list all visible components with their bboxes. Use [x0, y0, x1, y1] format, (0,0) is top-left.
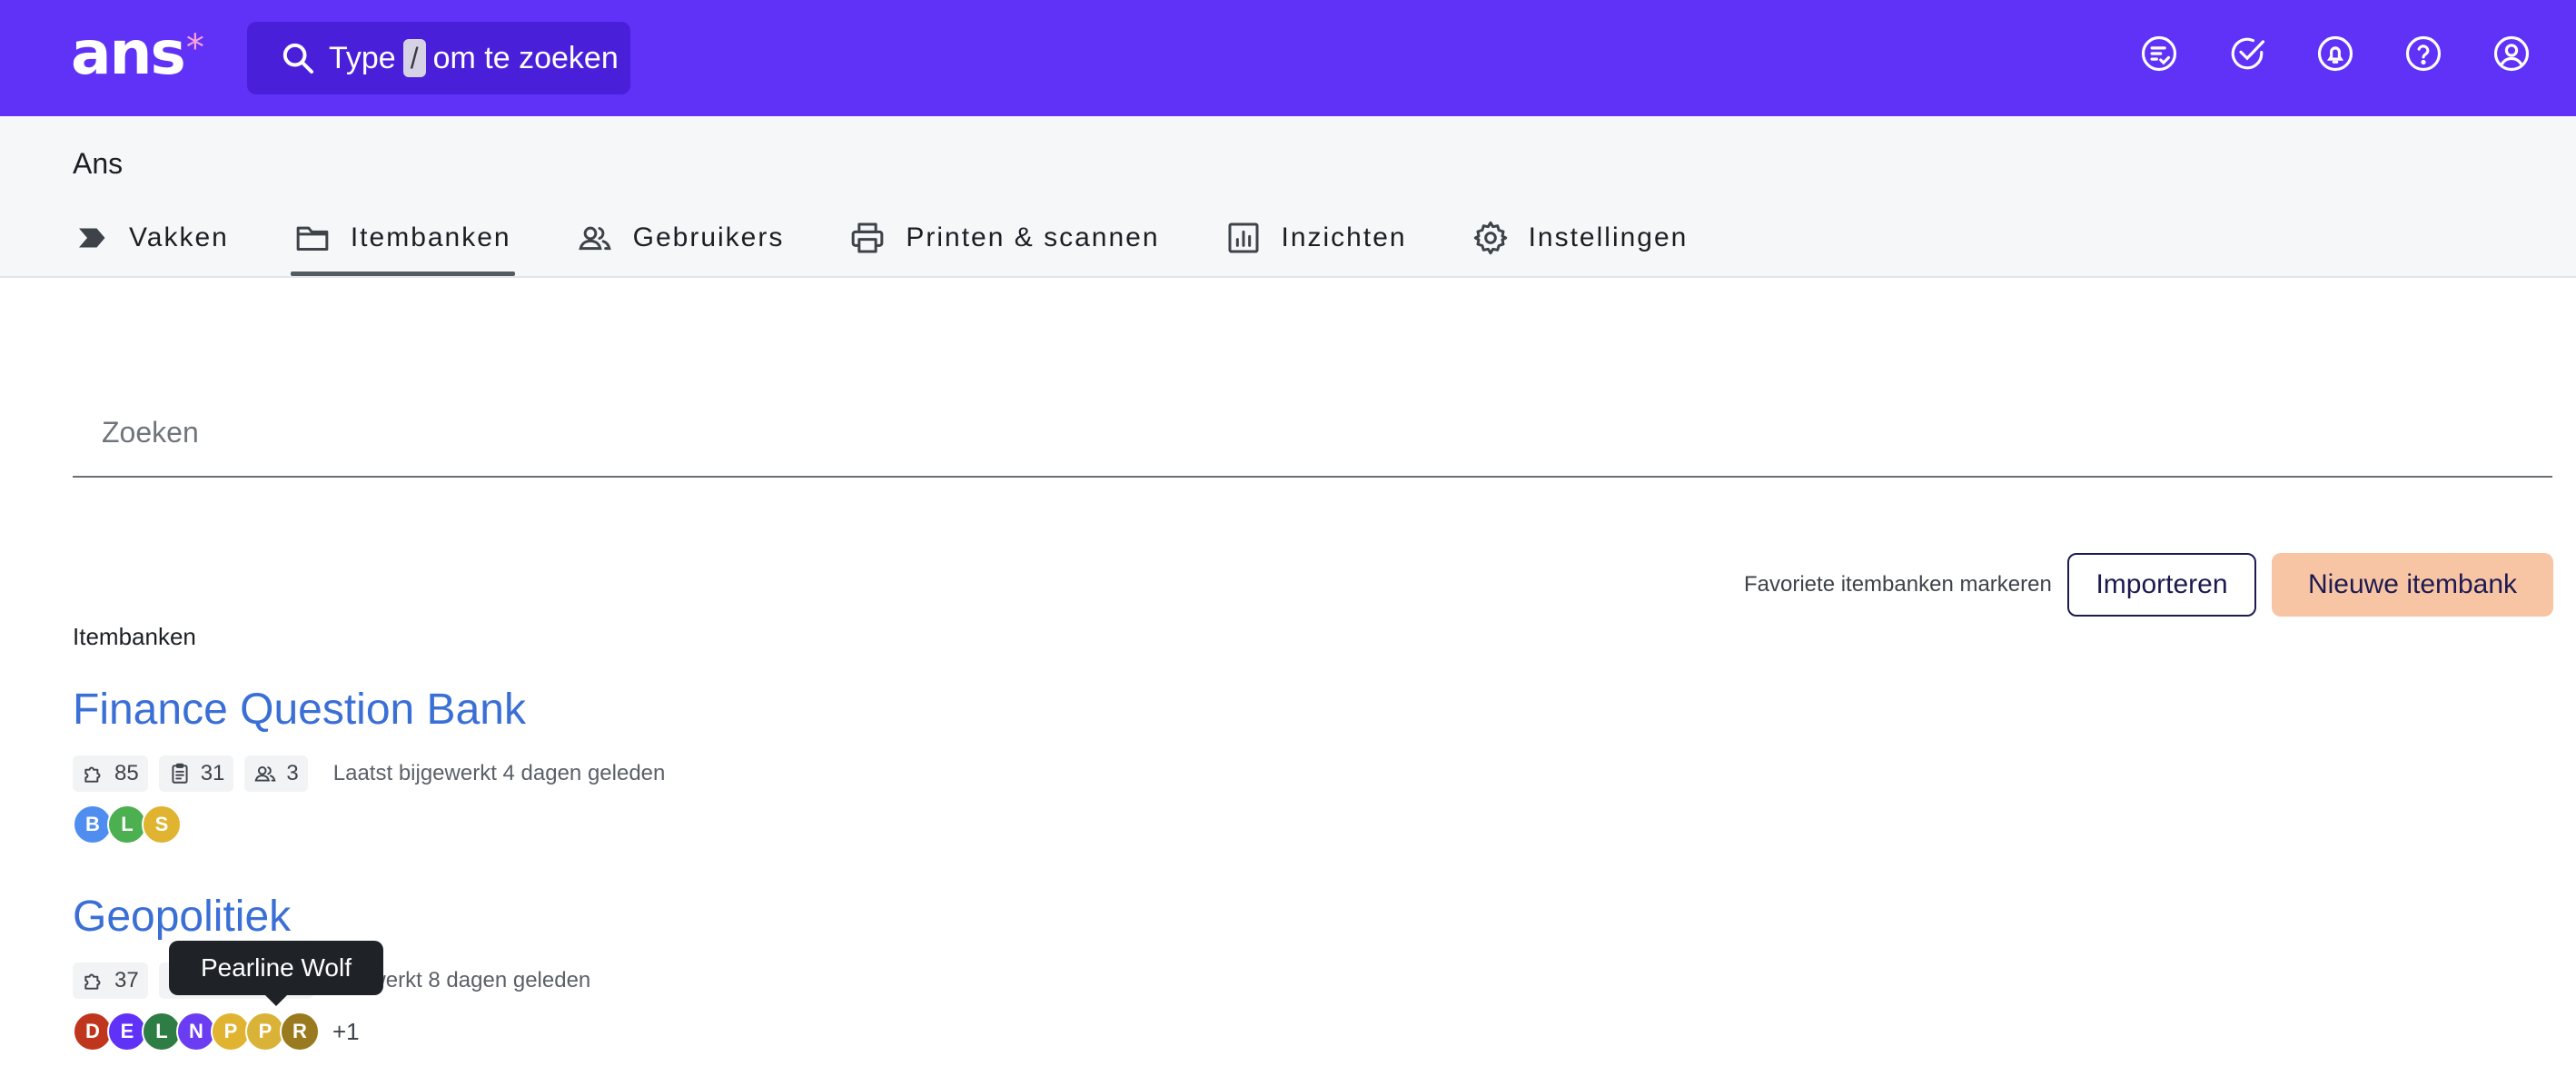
help-icon[interactable] [2404, 35, 2442, 73]
itembank-meta: 85 31 3 Laatst bijgewerkt 4 dagen gelede… [73, 755, 665, 792]
tab-label: Inzichten [1281, 222, 1407, 252]
item-count: 85 [114, 761, 139, 785]
section-label: Itembanken [73, 623, 196, 650]
ans-logo[interactable]: ans* [71, 22, 204, 85]
tab-gebruikers[interactable]: Gebruikers [573, 207, 788, 269]
item-count: 37 [114, 968, 139, 992]
tag-icon [79, 228, 105, 248]
folder-icon [296, 226, 329, 251]
chart-icon [1228, 222, 1258, 253]
check-circle-icon[interactable] [2228, 35, 2266, 73]
user-count-badge: 3 [244, 755, 308, 792]
more-members-count[interactable]: +1 [332, 1018, 360, 1046]
avatar-tooltip: Pearline Wolf [169, 941, 383, 1006]
search-prefix: Type [329, 40, 396, 75]
users-icon [578, 226, 611, 251]
search-suffix: om te zoeken [432, 40, 619, 75]
global-search-button[interactable]: Type / om te zoeken [247, 22, 630, 94]
org-header: Ans Vakken Itembanken Gebruikers Printen… [0, 116, 2576, 278]
logo-asterisk: * [185, 27, 204, 69]
user-count: 3 [286, 761, 299, 785]
itembank-title[interactable]: Finance Question Bank [73, 685, 665, 736]
tab-label: Gebruikers [632, 222, 785, 252]
bell-icon[interactable] [2316, 35, 2354, 73]
tab-itembanken[interactable]: Itembanken [290, 207, 515, 276]
tab-label: Printen & scannen [906, 222, 1160, 252]
top-icons [2140, 35, 2531, 73]
search-icon [282, 43, 313, 74]
tab-printen-scannen[interactable]: Printen & scannen [846, 207, 1163, 269]
gear-icon [1473, 221, 1507, 255]
clipboard-icon [172, 763, 188, 784]
tab-inzichten[interactable]: Inzichten [1222, 207, 1411, 269]
task-list-icon[interactable] [2140, 35, 2178, 73]
item-count-badge: 37 [73, 963, 148, 999]
users-icon [254, 765, 276, 782]
tab-vakken[interactable]: Vakken [73, 207, 233, 269]
avatar[interactable]: R [280, 1012, 320, 1051]
puzzle-icon [84, 973, 101, 990]
tab-label: Vakken [129, 222, 229, 252]
favorite-banks-link[interactable]: Favoriete itembanken markeren [1744, 572, 2052, 597]
printer-icon [852, 222, 884, 253]
import-button[interactable]: Importeren [2067, 553, 2256, 617]
main-tabs: Vakken Itembanken Gebruikers Printen & s… [73, 207, 1749, 276]
search-input[interactable] [73, 390, 2576, 474]
account-icon[interactable] [2492, 35, 2531, 73]
tab-label: Instellingen [1528, 222, 1689, 252]
logo-text: ans [71, 18, 186, 88]
new-itembank-button[interactable]: Nieuwe itembank [2272, 553, 2553, 617]
itembank-search [73, 390, 2576, 478]
itembank-card: Finance Question Bank 85 31 3 Laatst bij… [73, 685, 665, 844]
exercise-count-badge: 31 [158, 755, 234, 792]
org-title: Ans [73, 147, 124, 180]
tab-label: Itembanken [350, 222, 511, 252]
puzzle-icon [84, 766, 101, 783]
tab-instellingen[interactable]: Instellingen [1469, 207, 1692, 269]
member-avatars: B L S [73, 805, 665, 844]
exercise-count: 31 [200, 761, 225, 785]
top-bar: ans* Type / om te zoeken [0, 0, 2576, 116]
avatar[interactable]: S [142, 805, 182, 844]
last-updated: Laatst bijgewerkt 4 dagen geleden [332, 761, 666, 785]
search-shortcut-key: / [402, 39, 426, 77]
item-count-badge: 85 [73, 755, 148, 792]
member-avatars: D E L N P P R +1 [73, 1012, 590, 1051]
itembank-title[interactable]: Geopolitiek [73, 892, 590, 943]
